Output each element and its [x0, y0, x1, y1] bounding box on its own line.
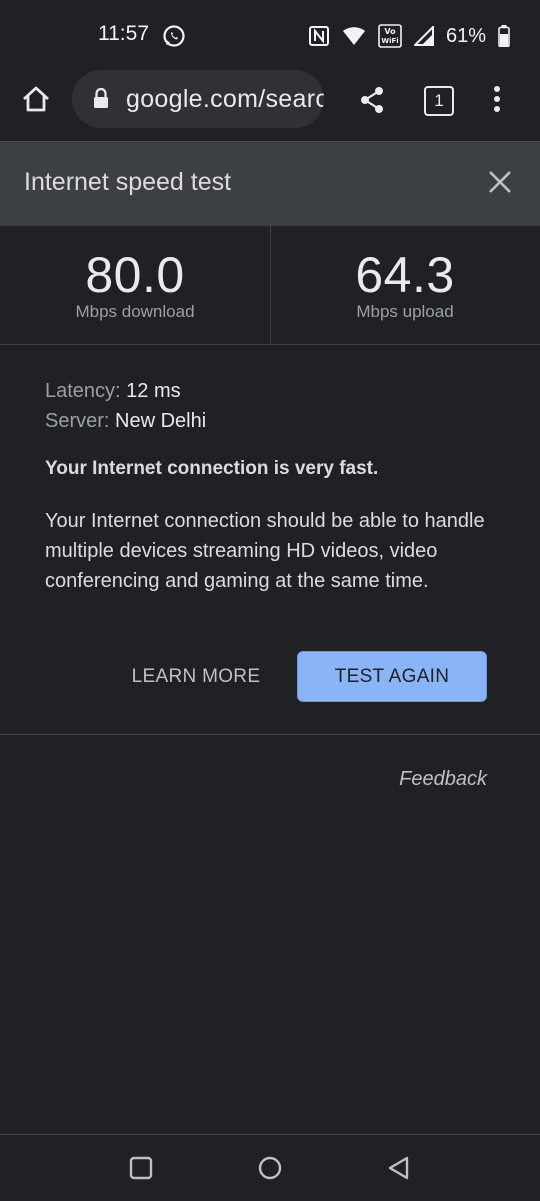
signal-icon	[413, 26, 434, 46]
status-time: 11:57	[98, 22, 149, 45]
learn-more-button[interactable]: LEARN MORE	[118, 660, 274, 694]
download-value: 80.0	[85, 247, 185, 303]
upload-label: Mbps upload	[356, 302, 454, 321]
status-icons: Vo WiFi 61%	[308, 22, 510, 50]
upload-value: 64.3	[355, 247, 455, 303]
server-label: Server:	[45, 410, 110, 432]
tab-switcher-button[interactable]: 1	[424, 86, 454, 116]
connection-details: Latency: 12 ms Server: New Delhi	[45, 376, 505, 436]
svg-text:Vo: Vo	[384, 27, 396, 36]
close-icon[interactable]	[488, 170, 512, 194]
feedback-link[interactable]: Feedback	[399, 768, 487, 791]
recents-icon[interactable]	[129, 1156, 153, 1180]
whatsapp-icon	[163, 25, 185, 47]
url-text: google.com/search	[126, 85, 324, 113]
url-bar[interactable]: google.com/search	[72, 70, 324, 128]
battery-percentage: 61%	[445, 24, 486, 47]
status-bar: 11:57 Vo WiFi 61%	[0, 0, 540, 70]
latency-value: 12 ms	[126, 380, 181, 402]
speed-description: Your Internet connection should be able …	[45, 510, 485, 592]
latency-label: Latency:	[45, 380, 121, 402]
server-row: Server: New Delhi	[45, 406, 505, 436]
share-icon[interactable]	[359, 86, 385, 114]
battery-icon	[498, 25, 510, 47]
speed-results: 80.0 Mbps download 64.3 Mbps upload	[0, 226, 540, 345]
svg-text:WiFi: WiFi	[381, 37, 398, 45]
system-nav-bar	[0, 1134, 540, 1201]
vowifi-icon: Vo WiFi	[378, 24, 402, 48]
more-icon[interactable]	[493, 85, 501, 113]
back-icon[interactable]	[387, 1156, 411, 1180]
speed-test-header: Internet speed test	[0, 141, 540, 226]
divider	[0, 734, 540, 735]
lock-icon	[94, 87, 108, 108]
test-again-button[interactable]: TEST AGAIN	[297, 651, 487, 702]
server-value: New Delhi	[115, 410, 207, 432]
speed-test-title: Internet speed test	[24, 168, 232, 196]
home-icon[interactable]	[21, 84, 51, 114]
home-nav-icon[interactable]	[258, 1156, 282, 1180]
wifi-icon	[342, 27, 365, 45]
upload-result: 64.3 Mbps upload	[270, 226, 540, 344]
speed-verdict: Your Internet connection is very fast.	[45, 458, 379, 479]
download-label: Mbps download	[75, 302, 195, 321]
latency-row: Latency: 12 ms	[45, 376, 505, 406]
browser-toolbar: google.com/search 1	[0, 70, 540, 142]
nfc-icon	[308, 26, 329, 46]
download-result: 80.0 Mbps download	[0, 226, 271, 344]
